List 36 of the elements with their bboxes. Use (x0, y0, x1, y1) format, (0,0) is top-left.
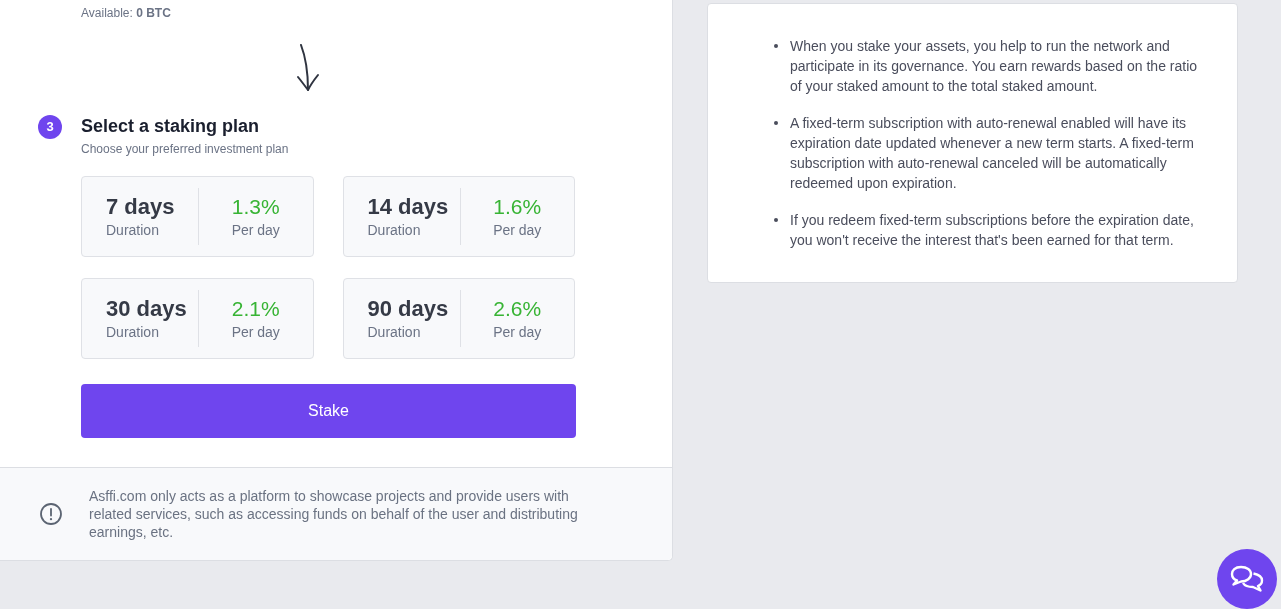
step-subtitle: Choose your preferred investment plan (81, 141, 289, 157)
available-balance: Available: 0 BTC (81, 6, 171, 20)
exclamation-circle-icon (40, 503, 62, 525)
duration-label: Duration (367, 322, 422, 342)
plan-card[interactable]: 90 days Duration 2.6% Per day (342, 278, 575, 359)
info-bullet-text: When you stake your assets, you help to run the network and participate in its governance. You earn rewards based on the ratio of your staked amount to the total staked amount. (790, 37, 1199, 96)
plan-card[interactable]: 30 days Duration 2.1% Per day (81, 278, 314, 359)
rate-label: Per day (231, 220, 280, 240)
duration-label: Duration (106, 322, 160, 342)
step-number-badge: 3 (38, 115, 62, 139)
daily-rate: 1.3% (231, 193, 280, 220)
daily-rate: 2.6% (493, 295, 542, 322)
plan-card[interactable]: 7 days Duration 1.3% Per day (81, 176, 314, 257)
duration-label: Duration (106, 220, 160, 240)
stake-button[interactable]: Stake (81, 384, 576, 438)
rate-label: Per day (231, 322, 280, 342)
notice-text: Asffi.com only acts as a platform to showcase projects and provide users with related services, such as accessing funds on behalf of the user and distributing earnings, etc. (89, 487, 579, 541)
plan-duration: 90 days (367, 295, 450, 322)
rate-label: Per day (493, 220, 542, 240)
info-bullet-text: If you redeem fixed-term subscriptions before the expiration date, you won't receive the interest that's been earned for that term. (790, 211, 1195, 250)
chat-button[interactable] (1217, 549, 1277, 609)
step-title: Select a staking plan (81, 115, 261, 137)
plan-card[interactable]: 14 days Duration 1.6% Per day (342, 176, 575, 257)
daily-rate: 1.6% (493, 193, 542, 220)
bullet-icon (774, 44, 778, 48)
info-bullet-text: A fixed-term subscription with auto-renewal enabled will have its expiration date updated whenever a new term starts. A fixed-term subscription with auto-renewal canceled will be automatically redeemed upon expiration. (790, 114, 1195, 193)
duration-label: Duration (367, 220, 422, 240)
chat-bubbles-icon (1230, 565, 1264, 593)
plan-duration: 14 days (367, 193, 450, 220)
daily-rate: 2.1% (231, 295, 280, 322)
rate-label: Per day (493, 322, 542, 342)
plan-duration: 30 days (106, 295, 188, 322)
hand-drawn-arrow-icon (296, 44, 320, 92)
bullet-icon (774, 121, 778, 125)
plan-duration: 7 days (106, 193, 176, 220)
bullet-icon (774, 218, 778, 222)
